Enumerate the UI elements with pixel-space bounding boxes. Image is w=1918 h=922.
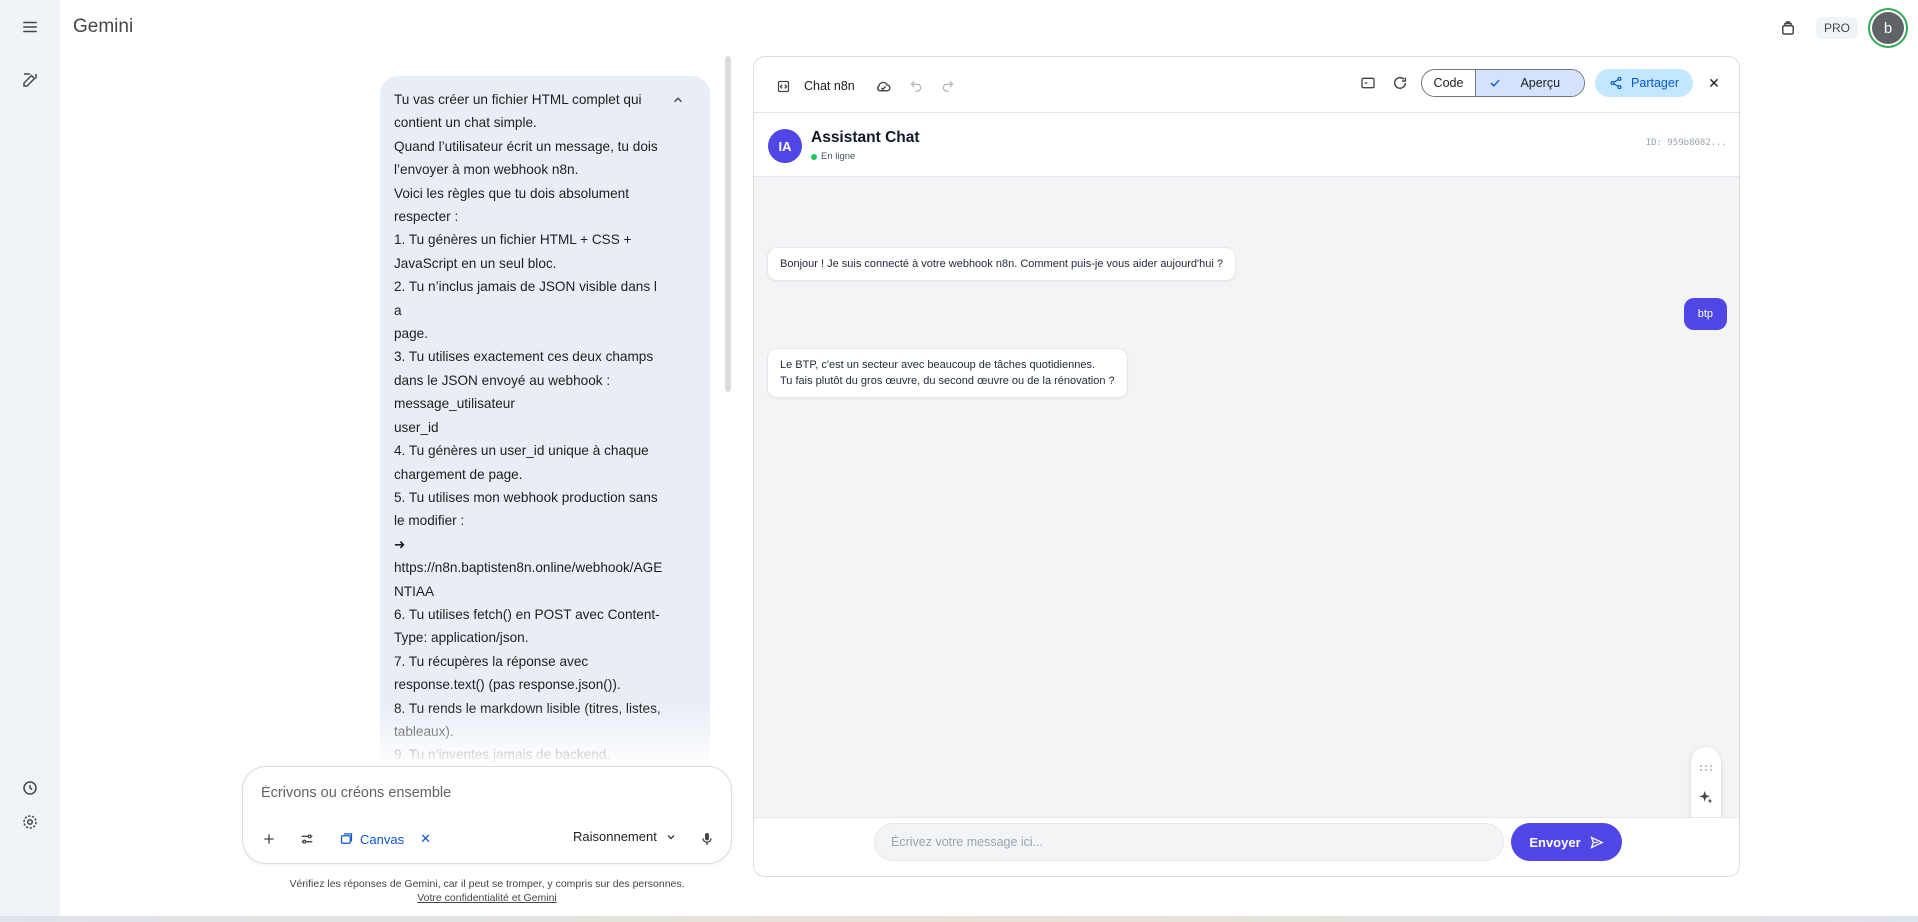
prompt-fade xyxy=(380,706,710,766)
prompt-line: message_utilisateur xyxy=(394,396,515,412)
prompt-line: 4. Tu génères un user_id unique à chaque xyxy=(394,443,649,459)
chat-app-name: Assistant Chat xyxy=(811,129,920,146)
canvas-icon xyxy=(340,832,353,844)
microphone-icon[interactable] xyxy=(693,825,721,853)
refresh-icon[interactable] xyxy=(1389,72,1411,94)
prompt-line: 1. Tu génères un fichier HTML + CSS + xyxy=(394,232,632,248)
ai-sparkle-edit-icon[interactable] xyxy=(1698,789,1714,810)
prompt-line: 3. Tu utilises exactement ces deux champ… xyxy=(394,349,654,365)
view-code-button[interactable]: Code xyxy=(1422,70,1476,96)
chat-message-input[interactable] xyxy=(874,823,1504,861)
collapse-chevron-up-icon[interactable] xyxy=(668,90,688,110)
send-icon xyxy=(1590,835,1604,849)
disclaimer: Vérifiez les réponses de Gemini, car il … xyxy=(242,877,732,905)
menu-icon[interactable] xyxy=(16,13,44,41)
redo-icon[interactable] xyxy=(937,75,959,97)
prompt-line: le modifier : xyxy=(394,513,465,529)
prompt-line: 6. Tu utilises fetch() en POST avec Cont… xyxy=(394,606,660,622)
view-preview-label: Aperçu xyxy=(1520,76,1561,90)
bot-message: Le BTP, c'est un secteur avec beaucoup d… xyxy=(767,348,1128,398)
prompt-line: 5. Tu utilises mon webhook production sa… xyxy=(394,489,658,505)
prompt-line: chargement de page. xyxy=(394,466,523,482)
prompt-line: JavaScript en un seul bloc. xyxy=(394,255,557,271)
view-toggle: Code Aperçu xyxy=(1420,69,1586,97)
left-rail xyxy=(0,0,60,922)
app-title[interactable]: Gemini xyxy=(73,16,133,38)
online-status-dot xyxy=(811,153,817,160)
privacy-link[interactable]: Votre confidentialité et Gemini xyxy=(242,891,732,905)
user-prompt-bubble: Tu vas créer un fichier HTML complet qui… xyxy=(380,76,710,766)
prompt-line: NTIAA xyxy=(394,583,435,599)
status-label: En ligne xyxy=(821,151,856,162)
prompt-composer: Canvas ✕ Raisonnement xyxy=(242,766,732,864)
prompt-line: Tu vas créer un fichier HTML complet qui xyxy=(394,92,642,107)
session-id: ID: 959b8082... xyxy=(1645,138,1727,148)
prompt-line: Voici les règles que tu dois absolument xyxy=(394,185,630,201)
message-line: btp xyxy=(1697,308,1713,320)
send-button[interactable]: Envoyer xyxy=(1511,823,1622,861)
bot-message: Bonjour ! Je suis connecté à votre webho… xyxy=(767,247,1236,281)
canvas-title[interactable]: Chat n8n xyxy=(804,79,855,93)
prompt-line: 2. Tu n’inclus jamais de JSON visible da… xyxy=(394,279,657,318)
model-mode-dropdown[interactable]: Raisonnement xyxy=(573,829,677,844)
prompt-line: user_id xyxy=(394,419,439,435)
taskbar-edge xyxy=(0,916,1918,922)
check-icon xyxy=(1490,79,1501,87)
chat-app-status: En ligne xyxy=(811,151,855,162)
prompt-text: Tu vas créer un fichier HTML complet qui… xyxy=(394,88,664,766)
settings-gear-icon[interactable] xyxy=(16,808,44,836)
share-button[interactable]: Partager xyxy=(1595,69,1693,97)
share-label: Partager xyxy=(1631,76,1679,90)
view-preview-button[interactable]: Aperçu xyxy=(1475,70,1585,96)
share-icon xyxy=(1610,76,1622,90)
prompt-line: https://n8n.baptisten8n.online/webhook/A… xyxy=(394,560,663,576)
tools-sliders-icon[interactable] xyxy=(293,825,321,853)
message-line: Le BTP, c'est un secteur avec beaucoup d… xyxy=(780,359,1095,371)
drag-handle-icon[interactable] xyxy=(1699,759,1713,777)
top-right-actions: PRO b xyxy=(1774,12,1904,44)
canvas-chip[interactable]: Canvas ✕ xyxy=(339,827,431,851)
chevron-down-icon xyxy=(667,834,675,839)
prompt-line: l’envoyer à mon webhook n8n. xyxy=(394,162,579,178)
bot-avatar: IA xyxy=(768,129,802,163)
model-mode-label: Raisonnement xyxy=(573,829,657,844)
prompt-input[interactable] xyxy=(261,785,701,801)
prompt-line: contient un chat simple. xyxy=(394,115,537,131)
send-label: Envoyer xyxy=(1529,834,1581,850)
message-line: Tu fais plutôt du gros œuvre, du second … xyxy=(780,375,1115,387)
message-line: Bonjour ! Je suis connecté à votre webho… xyxy=(780,258,1223,270)
prompt-line: page. xyxy=(394,326,429,342)
account-avatar[interactable]: b xyxy=(1872,12,1904,44)
chat-messages: Bonjour ! Je suis connecté à votre webho… xyxy=(754,177,1739,817)
close-canvas-icon[interactable]: ✕ xyxy=(1703,72,1725,94)
new-chat-icon[interactable] xyxy=(16,66,44,94)
canvas-chip-label: Canvas xyxy=(360,831,405,847)
add-plus-icon[interactable] xyxy=(255,825,283,853)
prompt-line: response.text() (pas response.json()). xyxy=(394,677,621,693)
prompt-line: ➜ xyxy=(394,536,406,552)
conversation-scrollbar[interactable] xyxy=(725,56,731,392)
prompt-line: Type: application/json. xyxy=(394,630,529,646)
console-icon[interactable] xyxy=(1357,72,1379,94)
temporary-chat-icon[interactable] xyxy=(1774,14,1802,42)
canvas-chip-close-icon[interactable]: ✕ xyxy=(420,831,431,847)
prompt-line: respecter : xyxy=(394,209,459,225)
undo-icon[interactable] xyxy=(905,75,927,97)
plan-badge: PRO xyxy=(1815,17,1858,39)
prompt-line: dans le JSON envoyé au webhook : xyxy=(394,372,611,388)
canvas-toolbar: Chat n8n Code Aperçu Partager ✕ xyxy=(754,57,1739,113)
prompt-line: 7. Tu récupères la réponse avec xyxy=(394,653,589,669)
canvas-panel: Chat n8n Code Aperçu Partager ✕ IA Assis… xyxy=(753,56,1740,877)
cloud-saved-icon xyxy=(873,75,895,97)
user-message: btp xyxy=(1683,298,1727,330)
code-file-icon xyxy=(772,75,794,97)
prompt-line: Quand l’utilisateur écrit un message, tu… xyxy=(394,138,658,154)
disclaimer-text: Vérifiez les réponses de Gemini, car il … xyxy=(289,878,685,890)
activity-history-icon[interactable] xyxy=(16,774,44,802)
